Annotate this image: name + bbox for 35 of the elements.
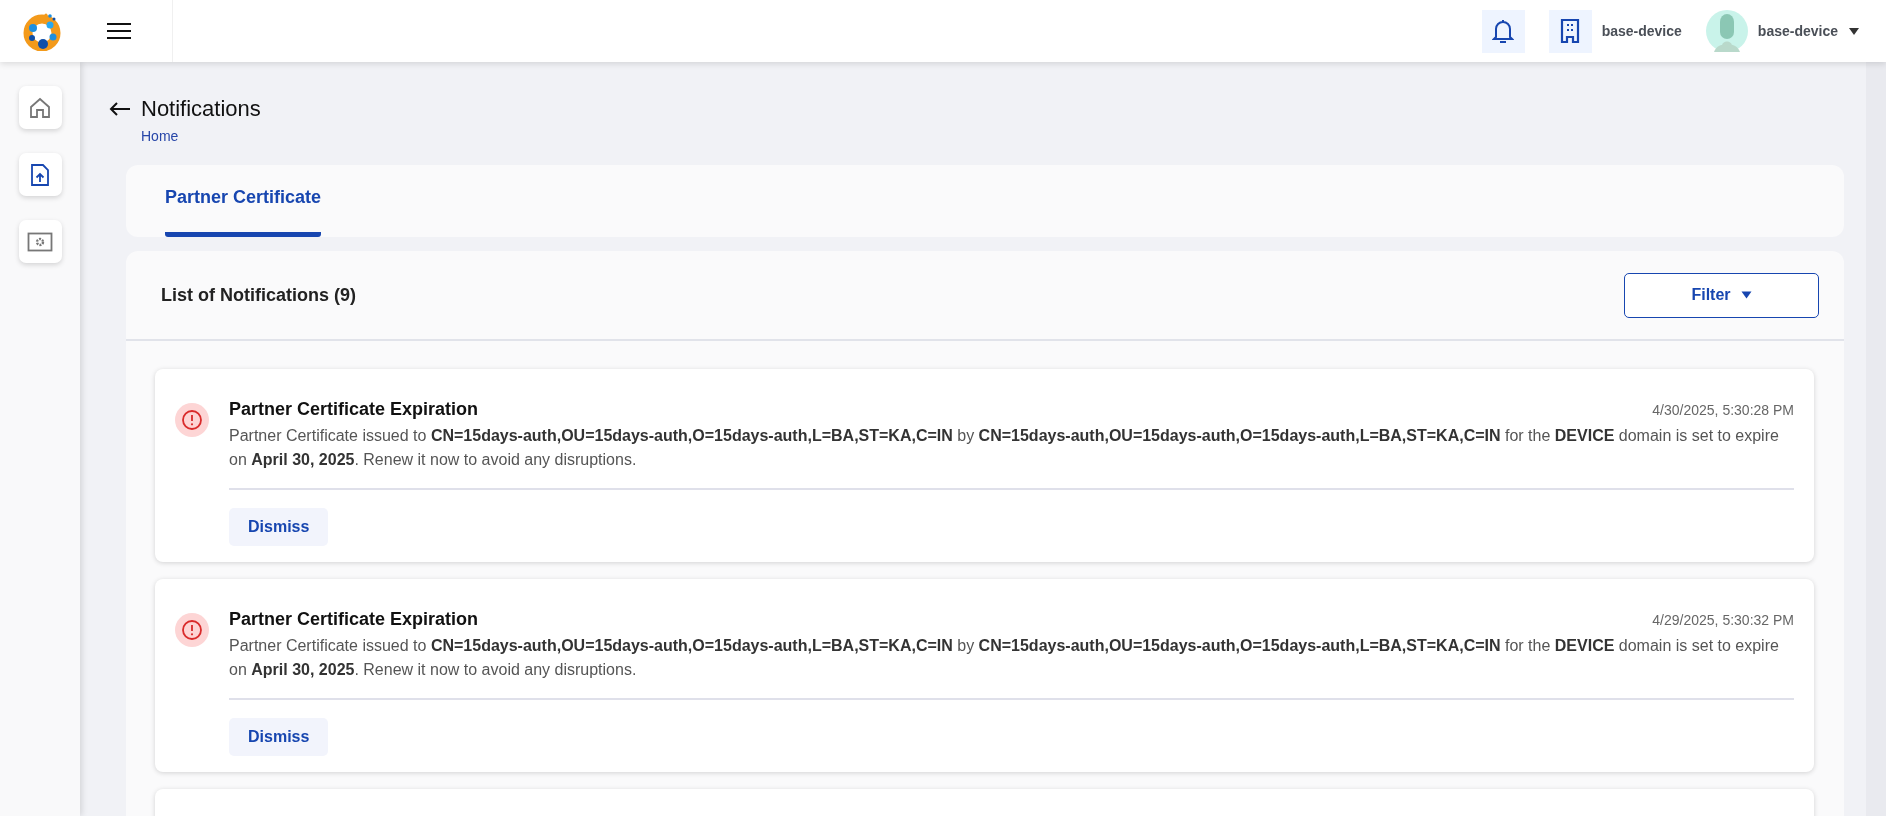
caret-icon <box>1848 26 1860 36</box>
notification-message: Partner Certificate issued to CN=15days-auth,OU=15days-auth,O=15days-auth,L=BA,ST=KA,C=IN by CN=15days-auth,OU=15days-auth,O=15days-auth,L=BA,ST=KA,C=IN for the DEVICE domain is set to expire on April 30, 2025. Renew it now to avoid any disruptions. <box>229 426 1780 470</box>
breadcrumb-link[interactable]: Home <box>141 128 179 144</box>
notification-time: 4/30/2025, 5:30:28 PM <box>1652 402 1794 418</box>
dismiss-button[interactable]: Dismiss <box>229 508 329 546</box>
caret-icon <box>1740 291 1752 299</box>
error-icon <box>175 613 209 647</box>
settings-button[interactable] <box>18 220 62 263</box>
dismiss-button[interactable]: Dismiss <box>229 718 329 756</box>
upload-button[interactable] <box>18 153 62 196</box>
organization-name: base-device <box>1601 23 1682 39</box>
scrollbar-track[interactable] <box>1866 62 1886 816</box>
organization-button[interactable] <box>1548 9 1592 53</box>
notifications-button[interactable] <box>1481 9 1525 53</box>
user-menu[interactable]: base-device <box>1705 10 1860 52</box>
notification-title: Partner Certificate Expiration <box>229 609 479 630</box>
bell-icon <box>1492 18 1515 44</box>
building-icon <box>1560 18 1581 44</box>
menu-icon <box>106 22 132 40</box>
page-title: Notifications <box>141 96 261 122</box>
settings-icon <box>27 231 53 252</box>
notification-title: Partner Certificate Expiration <box>229 399 479 420</box>
back-arrow-icon <box>109 101 131 117</box>
notification-message: Partner Certificate issued to CN=15days-auth,OU=15days-auth,O=15days-auth,L=BA,ST=KA,C=IN by CN=15days-auth,OU=15days-auth,O=15days-auth,L=BA,ST=KA,C=IN for the DEVICE domain is set to expire on April 30, 2025. Renew it now to avoid any disruptions. <box>229 636 1780 680</box>
logo-icon <box>22 11 62 51</box>
back-button[interactable] <box>109 101 131 117</box>
tab[interactable]: Partner Certificate <box>165 165 322 237</box>
error-icon <box>175 403 209 437</box>
filter-button[interactable]: Filter <box>1624 272 1819 318</box>
home-button[interactable] <box>18 86 62 129</box>
avatar-icon <box>1705 10 1748 52</box>
list-title: List of Notifications (9) <box>161 284 356 306</box>
notification-time: 4/29/2025, 5:30:32 PM <box>1652 612 1794 628</box>
file-upload-icon <box>30 162 50 187</box>
home-icon <box>29 96 51 119</box>
